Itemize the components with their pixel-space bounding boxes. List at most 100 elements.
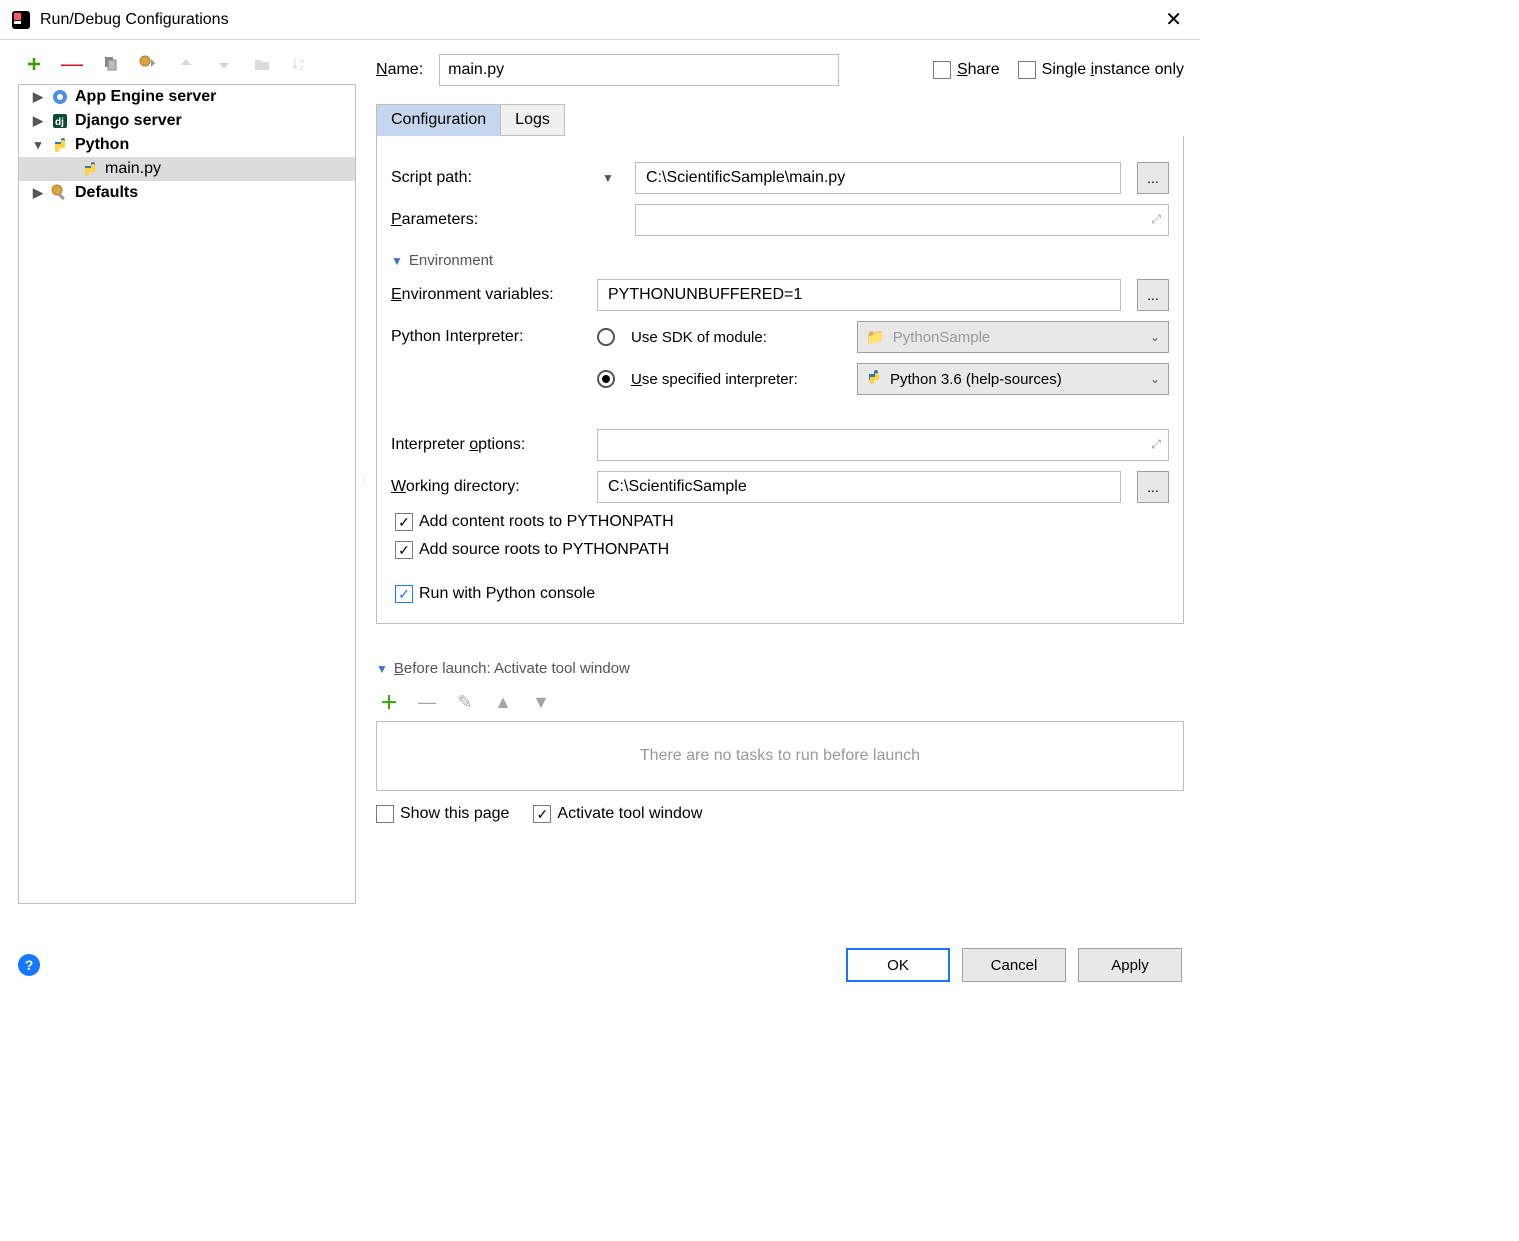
interp-options-label: Interpreter options: [391,436,581,454]
name-label: Name: [376,61,423,79]
before-launch-toolbar: ＋ — ✎ ▲ ▼ [376,683,1184,721]
move-down-button [214,54,234,74]
working-dir-input[interactable] [597,471,1121,503]
script-path-dropdown-toggle[interactable]: ▼ [597,171,619,185]
remove-task-button: — [418,693,436,711]
use-specified-radio[interactable] [597,370,615,388]
apply-button[interactable]: Apply [1078,948,1182,982]
browse-working-dir-button[interactable]: ... [1137,471,1169,503]
titlebar: Run/Debug Configurations ✕ [0,0,1200,40]
script-path-label: Script path: [391,169,581,187]
chevron-right-icon: ▶ [31,113,45,129]
sidebar: — az ▶ App Engine ser [0,40,360,920]
expand-icon[interactable]: ⤢ [1151,437,1161,452]
splitter[interactable]: ⋮ [360,40,368,920]
tasks-list[interactable]: There are no tasks to run before launch [376,721,1184,791]
activate-tool-window-checkbox[interactable]: Activate tool window [533,805,702,823]
add-source-roots-checkbox[interactable]: Add source roots to PYTHONPATH [395,541,1169,559]
before-launch-header[interactable]: ▼ Before launch: Activate tool window [376,660,1184,677]
app-engine-icon [51,88,69,106]
python-icon [51,136,69,154]
env-vars-label: Environment variables: [391,286,581,304]
checkbox-label: Activate tool window [557,805,702,823]
sdk-module-combo: 📁 PythonSample ⌄ [857,321,1169,353]
tree-item-python[interactable]: ▾ Python [19,133,355,157]
svg-text:dj: dj [55,117,64,128]
sidebar-toolbar: — az [18,54,356,84]
tree-label: App Engine server [75,88,216,106]
chevron-right-icon: ▶ [31,89,45,105]
move-task-up-button: ▲ [494,693,512,711]
tasks-empty-text: There are no tasks to run before launch [640,747,920,765]
share-checkbox[interactable]: Share [933,61,1000,79]
triangle-down-icon: ▼ [376,662,388,676]
settings-button[interactable] [138,54,158,74]
dialog-footer: ? OK Cancel Apply [0,934,1200,996]
folder-button [252,54,272,74]
chevron-right-icon: ▶ [31,185,45,201]
chevron-down-icon: ▾ [31,137,45,153]
script-path-input[interactable] [635,162,1121,194]
tree-item-main-py[interactable]: main.py [19,157,355,181]
run-with-console-checkbox[interactable]: Run with Python console [395,585,1169,603]
checkbox-label: Add content roots to PYTHONPATH [419,513,674,531]
tree-item-app-engine[interactable]: ▶ App Engine server [19,85,355,109]
expand-icon[interactable]: ⤢ [1151,212,1161,227]
django-icon: dj [51,112,69,130]
use-sdk-label: Use SDK of module: [631,329,841,346]
configuration-panel: Script path: ▼ ... Parameters: ⤢ ▼ Envir… [376,136,1184,624]
tree-label: Defaults [75,184,138,202]
environment-section-header[interactable]: ▼ Environment [391,252,1169,269]
tree-label: Python [75,136,129,154]
working-dir-label: Working directory: [391,478,581,496]
interp-options-input[interactable] [597,429,1169,461]
tree-item-django[interactable]: ▶ dj Django server [19,109,355,133]
env-vars-input[interactable] [597,279,1121,311]
triangle-down-icon: ▼ [391,254,403,268]
parameters-input[interactable] [635,204,1169,236]
checkbox-label: Add source roots to PYTHONPATH [419,541,669,559]
use-sdk-radio[interactable] [597,328,615,346]
close-icon[interactable]: ✕ [1157,3,1190,36]
browse-env-button[interactable]: ... [1137,279,1169,311]
window-title: Run/Debug Configurations [40,11,229,29]
remove-config-button[interactable]: — [62,54,82,74]
specified-interpreter-value: Python 3.6 (help-sources) [890,371,1062,388]
name-input[interactable] [439,54,839,86]
wrench-icon [51,184,69,202]
edit-task-button: ✎ [456,693,474,711]
sort-button: az [290,54,310,74]
single-instance-checkbox[interactable]: Single instance only [1018,61,1184,79]
app-icon [10,9,32,31]
parameters-label: Parameters: [391,211,581,229]
browse-script-button[interactable]: ... [1137,162,1169,194]
copy-config-button[interactable] [100,54,120,74]
tree-label: main.py [105,160,161,178]
add-task-button[interactable]: ＋ [380,693,398,711]
sdk-module-value: PythonSample [893,329,991,346]
python-icon [81,160,99,178]
chevron-down-icon: ⌄ [1150,330,1160,344]
tree-item-defaults[interactable]: ▶ Defaults [19,181,355,205]
svg-text:a: a [300,58,304,65]
add-config-button[interactable] [24,54,44,74]
cancel-button[interactable]: Cancel [962,948,1066,982]
interpreter-label: Python Interpreter: [391,328,581,346]
ok-button[interactable]: OK [846,948,950,982]
checkbox-label: Show this page [400,805,509,823]
move-up-button [176,54,196,74]
add-content-roots-checkbox[interactable]: Add content roots to PYTHONPATH [395,513,1169,531]
tab-configuration[interactable]: Configuration [376,104,501,136]
tab-logs[interactable]: Logs [500,104,565,136]
config-tree[interactable]: ▶ App Engine server ▶ dj Django server ▾… [18,84,356,904]
help-button[interactable]: ? [18,954,40,976]
use-specified-label: Use specified interpreter: [631,371,841,388]
python-icon [866,369,882,389]
tabs: Configuration Logs [376,104,1184,136]
svg-text:z: z [300,65,304,72]
tree-label: Django server [75,112,182,130]
folder-icon: 📁 [866,328,885,346]
show-this-page-checkbox[interactable]: Show this page [376,805,509,823]
specified-interpreter-combo[interactable]: Python 3.6 (help-sources) ⌄ [857,363,1169,395]
before-launch-section: ▼ Before launch: Activate tool window ＋ … [376,660,1184,823]
